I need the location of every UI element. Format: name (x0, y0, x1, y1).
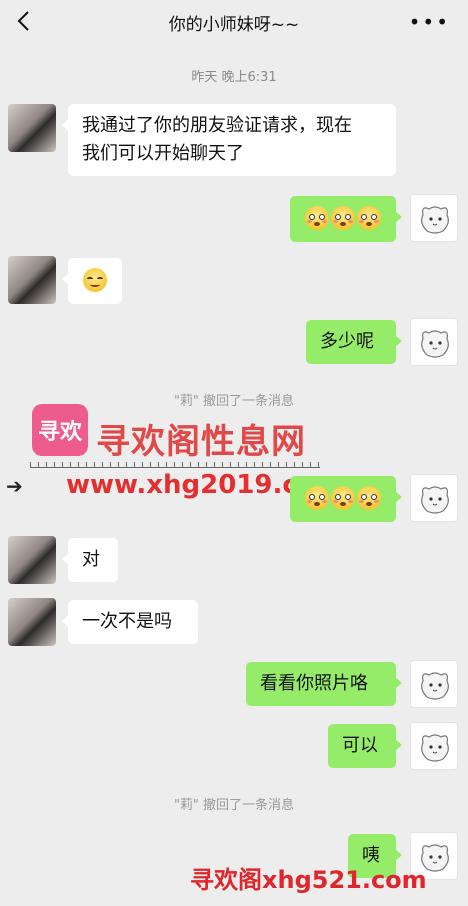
chat-title: 你的小师妹呀~~ (168, 15, 300, 35)
cat-avatar-icon (421, 734, 449, 762)
message-bubble-sent[interactable] (290, 196, 402, 242)
watermark-arrow-icon: ➔ (6, 474, 23, 498)
flushed-face-icon (305, 206, 329, 230)
cat-avatar-icon (421, 330, 449, 358)
message-bubble-received[interactable]: 我通过了你的朋友验证请求，现在 我们可以开始聊天了 (62, 104, 396, 176)
my-avatar[interactable] (410, 660, 458, 708)
watermark-bottom: 寻欢阁xhg521.com (190, 866, 427, 894)
message-bubble-sent[interactable]: 可以 (328, 724, 402, 768)
contact-avatar[interactable] (8, 598, 56, 646)
smiling-face-icon (83, 268, 107, 292)
message-bubble-sent[interactable]: 多少呢 (306, 320, 402, 364)
message-bubble-sent[interactable] (290, 476, 402, 522)
my-avatar[interactable] (410, 318, 458, 366)
recall-notice: "莉" 撤回了一条消息 (173, 798, 295, 813)
more-options-button[interactable]: ••• (409, 10, 450, 34)
cat-avatar-icon (421, 206, 449, 234)
my-avatar[interactable] (410, 474, 458, 522)
my-avatar[interactable] (410, 194, 458, 242)
contact-avatar[interactable] (8, 104, 56, 152)
message-text: 我通过了你的朋友验证请求，现在 (82, 115, 352, 136)
chat-header: 你的小师妹呀~~ ••• (0, 0, 468, 44)
message-text: 多少呢 (320, 331, 374, 352)
message-bubble-sent[interactable]: 看看你照片咯 (246, 662, 402, 706)
cat-avatar-icon (421, 486, 449, 514)
watermark-logo: 寻欢 (32, 404, 88, 456)
contact-avatar[interactable] (8, 536, 56, 584)
message-bubble-received[interactable]: 对 (62, 538, 118, 582)
my-avatar[interactable] (410, 722, 458, 770)
contact-avatar[interactable] (8, 256, 56, 304)
message-text: 对 (82, 549, 100, 570)
message-text: 我们可以开始聊天了 (82, 143, 244, 164)
timestamp: 昨天 晚上6:31 (191, 70, 277, 85)
cat-avatar-icon (421, 672, 449, 700)
flushed-face-icon (357, 206, 381, 230)
more-dots-icon: ••• (408, 10, 450, 34)
watermark-ruler (30, 462, 320, 468)
watermark-site-name: 寻欢阁性息网 (96, 422, 306, 462)
flushed-face-icon (331, 206, 355, 230)
flushed-face-icon (331, 486, 355, 510)
flushed-face-icon (305, 486, 329, 510)
message-text: 一次不是吗 (82, 611, 172, 632)
message-text: 可以 (342, 735, 378, 756)
message-bubble-received[interactable] (62, 258, 122, 304)
flushed-face-icon (357, 486, 381, 510)
message-bubble-received[interactable]: 一次不是吗 (62, 600, 198, 644)
message-text: 看看你照片咯 (260, 673, 368, 694)
